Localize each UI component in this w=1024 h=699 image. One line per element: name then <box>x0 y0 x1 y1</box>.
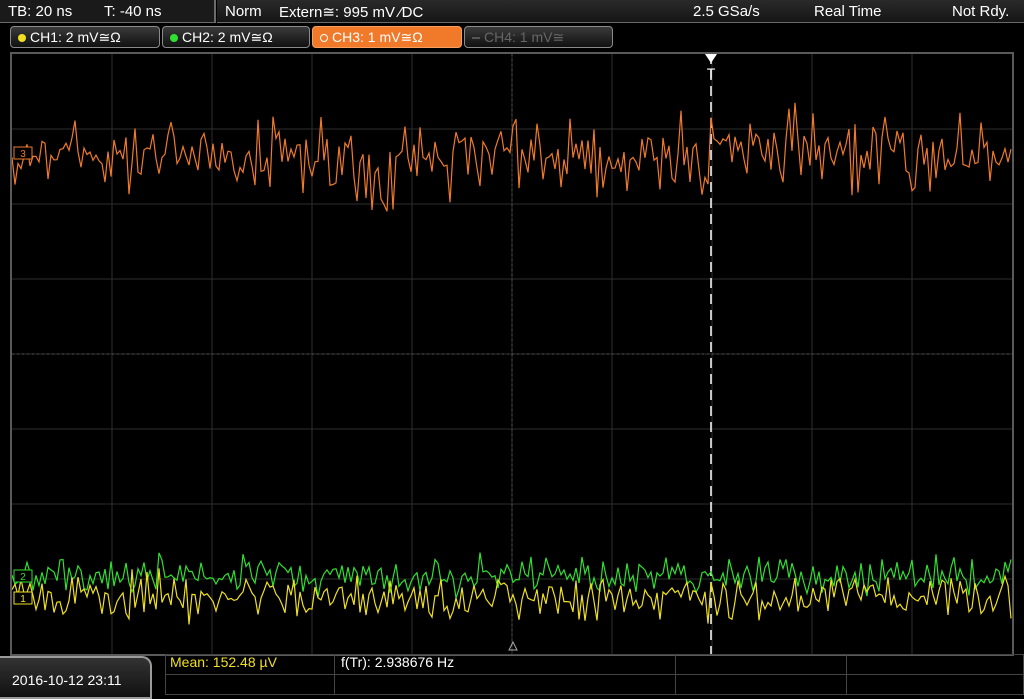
meas-cell <box>675 654 847 675</box>
acquisition-panel: Norm Extern≅: 995 mV ⁄DC 2.5 GSa/s Real … <box>217 0 1024 23</box>
trigger-time-value[interactable]: T: -40 ns <box>104 3 162 20</box>
sample-rate[interactable]: 2.5 GSa/s <box>693 3 760 20</box>
ch4-off-icon <box>472 36 480 39</box>
trigger-position-marker-icon[interactable] <box>705 54 717 63</box>
datetime-box[interactable]: 2016-10-12 23:11 <box>0 656 152 699</box>
tab-ch1[interactable]: CH1: 2 mV≅Ω <box>10 26 160 48</box>
meas-cell <box>846 674 1024 695</box>
ch1-ground-marker[interactable]: 1 <box>13 591 33 605</box>
meas-cell <box>846 654 1024 675</box>
waveform-canvas[interactable]: T 3 2 1 <box>12 54 1012 654</box>
ch3-marker-label: 3 <box>20 149 26 160</box>
graticule <box>12 54 1012 654</box>
ch2-label: CH2: 2 mV≅Ω <box>182 29 273 45</box>
ch2-ground-marker[interactable]: 2 <box>13 569 33 583</box>
tab-ch4[interactable]: CH4: 1 mV≅ <box>464 26 613 48</box>
channel-tabs: CH1: 2 mV≅Ω CH2: 2 mV≅Ω CH3: 1 mV≅Ω CH4:… <box>0 26 1024 48</box>
ch4-label: CH4: 1 mV≅ <box>484 29 565 45</box>
tab-ch3[interactable]: CH3: 1 mV≅Ω <box>312 26 462 48</box>
tab-ch2[interactable]: CH2: 2 mV≅Ω <box>162 26 310 48</box>
ch2-color-dot-icon <box>170 33 178 42</box>
timebase-panel[interactable]: TB: 20 ns T: -40 ns <box>0 0 216 23</box>
measurement-table[interactable]: Mean: 152.48 µV f(Tr): 2.938676 Hz <box>165 654 1024 695</box>
mean-measurement: Mean: 152.48 µV <box>170 654 277 670</box>
trigger-source[interactable]: Extern≅: 995 mV ⁄DC <box>279 3 423 21</box>
trigger-mode[interactable]: Norm <box>225 3 262 20</box>
acquisition-mode[interactable]: Real Time <box>814 3 882 20</box>
ch1-color-dot-icon <box>18 33 26 42</box>
trigger-frequency: f(Tr): 2.938676 Hz <box>341 654 455 670</box>
ch1-marker-label: 1 <box>20 594 26 605</box>
meas-cell <box>334 674 676 695</box>
center-position-marker-icon <box>508 640 518 651</box>
meas-cell <box>675 674 847 695</box>
waveform-display[interactable]: T 3 2 1 <box>10 52 1014 656</box>
ch2-marker-label: 2 <box>20 572 26 583</box>
acquisition-status: Not Rdy. <box>952 3 1010 20</box>
ch3-color-dot-icon <box>320 33 328 42</box>
bottom-bar: 2016-10-12 23:11 Mean: 152.48 µV f(Tr): … <box>0 654 1024 699</box>
timebase-value[interactable]: TB: 20 ns <box>8 3 72 20</box>
trigger-label: T <box>707 65 716 81</box>
meas-cell <box>165 674 335 695</box>
datetime: 2016-10-12 23:11 <box>12 672 122 688</box>
ch3-label: CH3: 1 mV≅Ω <box>332 29 423 45</box>
ch1-label: CH1: 2 mV≅Ω <box>30 29 121 45</box>
ch3-ground-marker[interactable]: 3 <box>13 146 33 160</box>
status-bar: TB: 20 ns T: -40 ns Norm Extern≅: 995 mV… <box>0 0 1024 24</box>
